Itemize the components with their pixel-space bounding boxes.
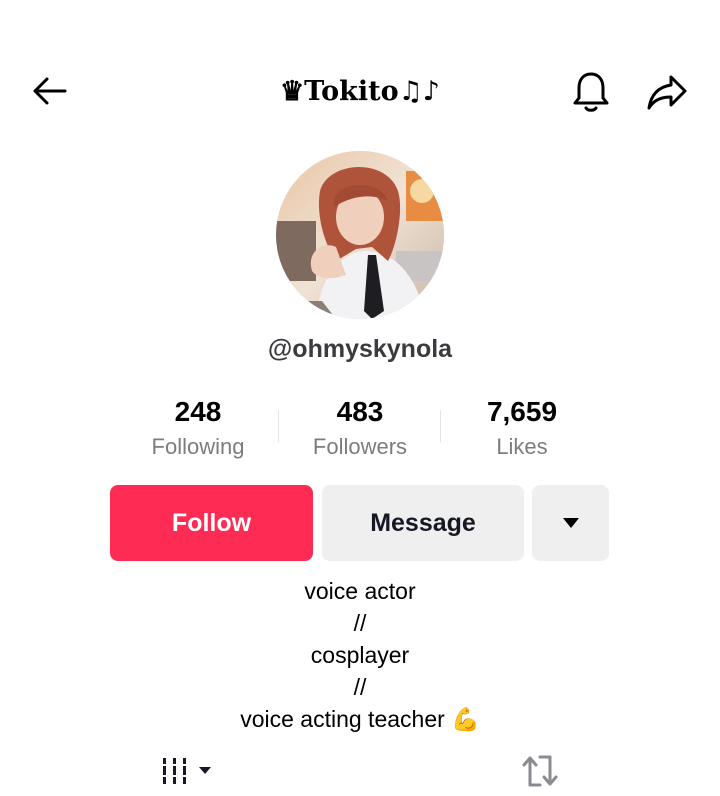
stat-followers-label: Followers [312, 434, 408, 459]
bio-line: voice acting teacher 💪 [240, 706, 480, 732]
bio-line: // [353, 610, 367, 636]
stat-likes-label: Likes [496, 434, 548, 459]
message-button[interactable]: Message [322, 485, 524, 561]
caret-down-icon [562, 518, 579, 528]
stat-followers-value: 483 [336, 396, 384, 427]
stat-followers[interactable]: 483 Followers [280, 394, 440, 462]
grid-lines-icon [161, 758, 211, 784]
bio-line: cosplayer [310, 642, 410, 668]
stat-divider [278, 410, 279, 442]
stat-likes-value: 7,659 [486, 396, 558, 427]
stat-following-value: 248 [174, 396, 222, 427]
stat-following-label: Following [151, 434, 245, 459]
avatar-photo [276, 151, 444, 319]
bio-line: // [353, 674, 367, 700]
stat-following[interactable]: 248 Following [118, 394, 278, 462]
share-button[interactable] [642, 68, 692, 116]
share-arrow-icon [647, 75, 687, 110]
bio: voice actor // cosplayer // voice acting… [0, 575, 720, 735]
tab-reposts[interactable] [518, 752, 562, 790]
bell-icon [573, 72, 609, 112]
tab-videos[interactable] [156, 752, 216, 790]
stat-divider [440, 410, 441, 442]
stat-likes[interactable]: 7,659 Likes [442, 394, 602, 462]
follow-button[interactable]: Follow [110, 485, 313, 561]
notification-bell-button[interactable] [568, 68, 614, 116]
repost-icon [522, 755, 558, 787]
avatar[interactable] [276, 151, 444, 319]
more-options-button[interactable] [532, 485, 609, 561]
username: @ohmyskynola [267, 335, 453, 363]
bio-line: voice actor [304, 578, 416, 604]
